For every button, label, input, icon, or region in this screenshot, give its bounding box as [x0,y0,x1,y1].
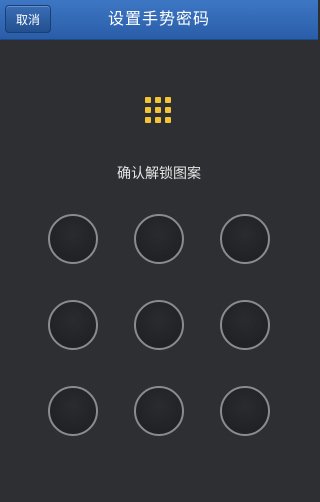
pattern-node-2[interactable] [134,214,184,264]
pattern-node-3[interactable] [220,214,270,264]
pattern-node-9[interactable] [220,386,270,436]
pattern-node-1[interactable] [48,214,98,264]
pattern-node-4[interactable] [48,300,98,350]
pattern-node-7[interactable] [48,386,98,436]
grid-icon [145,97,173,125]
confirm-pattern-prompt: 确认解锁图案 [117,166,201,182]
page-title: 设置手势密码 [107,9,210,28]
pattern-node-5[interactable] [134,300,184,350]
pattern-node-8[interactable] [134,386,184,436]
top-bar: 取消 设置手势密码 [0,0,318,40]
pattern-node-6[interactable] [220,300,270,350]
